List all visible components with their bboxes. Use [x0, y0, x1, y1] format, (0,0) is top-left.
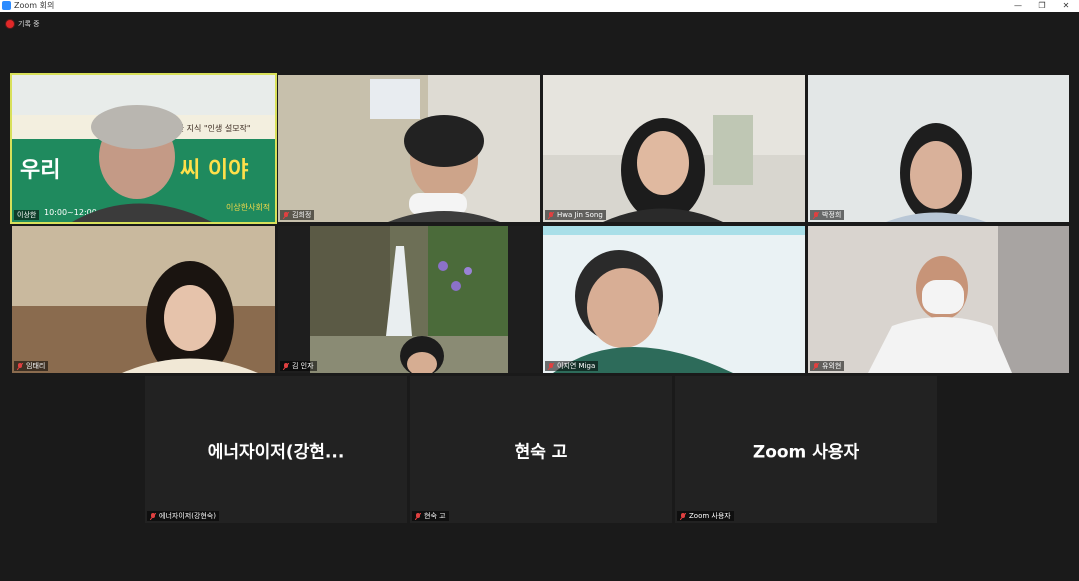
mic-muted-icon	[812, 211, 820, 219]
participant-name-label: 김 인자	[280, 361, 317, 371]
video-tile-3[interactable]: Hwa Jin Song	[543, 75, 805, 222]
mic-muted-icon	[547, 211, 555, 219]
participant-name-label: Hwa Jin Song	[545, 210, 606, 220]
video-tile-9[interactable]: 에너자이저(강현... 에너자이저(강현숙)	[145, 376, 407, 523]
participant-name-label: 에너자이저(강현숙)	[147, 511, 219, 521]
video-tile-7[interactable]: 이지연 Miga	[543, 226, 805, 373]
mic-muted-icon	[282, 211, 290, 219]
video-tile-11[interactable]: Zoom 사용자 Zoom 사용자	[675, 376, 937, 523]
participant-display-name: 에너자이저(강현...	[207, 442, 345, 462]
banner-big-right: 씨 이야	[180, 158, 248, 183]
video-tile-5[interactable]: 임태리	[12, 226, 275, 373]
participant-name-label: 임태리	[14, 361, 49, 371]
participant-name-label: 현숙 고	[412, 511, 449, 521]
mic-muted-icon	[679, 512, 687, 520]
video-feed	[12, 226, 275, 373]
video-tile-2[interactable]: 김희정	[278, 75, 540, 222]
close-button[interactable]: ✕	[1053, 0, 1079, 12]
video-tile-6[interactable]: 김 인자	[278, 226, 540, 373]
video-feed	[808, 75, 1069, 222]
mic-muted-icon	[149, 512, 157, 520]
participant-name-label: 유외현	[810, 361, 845, 371]
recording-label: 기록 중	[18, 20, 40, 28]
mic-muted-icon	[812, 362, 820, 370]
video-tile-8[interactable]: 유외현	[808, 226, 1069, 373]
video-feed	[543, 226, 805, 373]
zoom-app-icon	[2, 1, 11, 10]
participant-name-label: 이지연 Miga	[545, 361, 599, 371]
banner-big-left: 우리	[20, 158, 60, 183]
recording-indicator[interactable]: 기록 중	[6, 18, 40, 30]
mic-muted-icon	[16, 362, 24, 370]
participant-name-label: 이상한	[14, 210, 40, 220]
video-feed	[278, 226, 540, 373]
video-tile-4[interactable]: 박정희	[808, 75, 1069, 222]
minimize-button[interactable]: —	[1005, 0, 1031, 12]
record-icon	[6, 20, 14, 28]
mic-muted-icon	[547, 362, 555, 370]
video-tile-1[interactable]: 다양한 지식 "인생 설모작" 우리 씨 이야 10:00~12:00 이상한사…	[10, 73, 277, 224]
participant-name-label: Zoom 사용자	[677, 511, 734, 521]
banner-org: 이상한사회적	[226, 202, 270, 212]
video-feed	[278, 75, 540, 222]
window-title-bar: Zoom 회의 — ❐ ✕	[0, 0, 1079, 12]
maximize-button[interactable]: ❐	[1029, 0, 1055, 12]
mic-muted-icon	[282, 362, 290, 370]
participant-display-name: 현숙 고	[514, 442, 568, 462]
video-feed: 다양한 지식 "인생 설모작" 우리 씨 이야 10:00~12:00 이상한사…	[12, 75, 275, 222]
mic-muted-icon	[414, 512, 422, 520]
video-feed	[543, 75, 805, 222]
participant-name-label: 김희정	[280, 210, 315, 220]
window-title: Zoom 회의	[14, 1, 55, 10]
video-tile-10[interactable]: 현숙 고 현숙 고	[410, 376, 672, 523]
participant-name-label: 박정희	[810, 210, 845, 220]
participant-display-name: Zoom 사용자	[752, 442, 860, 462]
video-feed	[808, 226, 1069, 373]
